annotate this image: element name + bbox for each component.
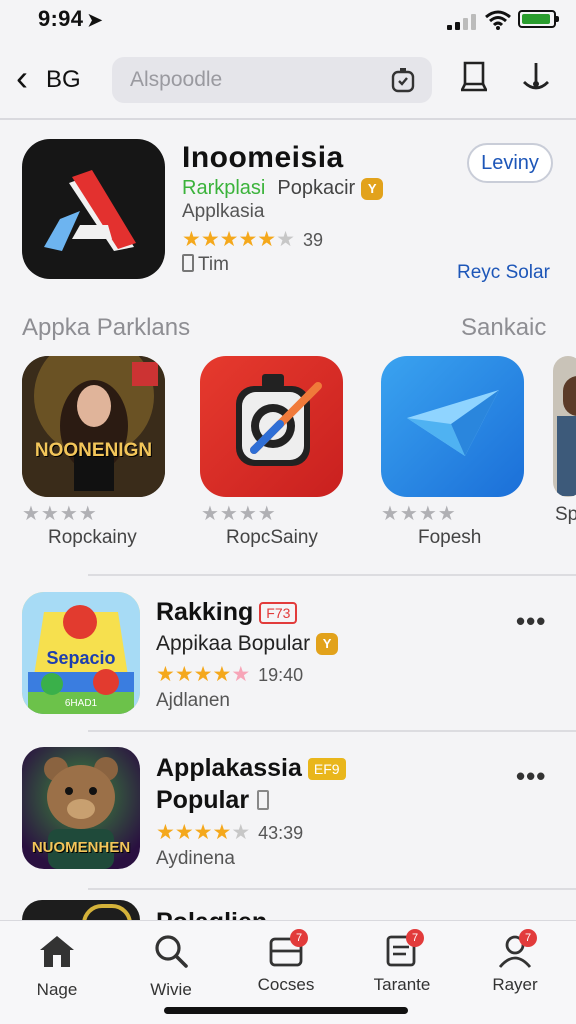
tile-4-name[interactable]: Sp: [555, 504, 576, 526]
tile-art-title: NOONENIGN: [34, 440, 153, 461]
list-app-category-1: Ajdlanen: [156, 690, 230, 711]
list-app-icon-1[interactable]: Sepacio 6HAD1: [22, 592, 140, 714]
row-2-art-title: NUOMENHEN: [31, 839, 131, 856]
tab-favorites[interactable]: 7 Tarante: [352, 929, 452, 995]
rank-badge: F73: [259, 602, 298, 625]
tile-2-name[interactable]: RopcSainy: [226, 527, 318, 549]
hero-rating-stars: ★★★★★★ 39: [182, 228, 323, 251]
list-divider: [88, 888, 576, 890]
editors-choice-badge: Y: [316, 633, 339, 656]
hero-link[interactable]: Reyc Solar: [457, 262, 550, 284]
hero-app-icon[interactable]: [22, 139, 165, 279]
hero-tagline: Popkacir: [277, 177, 356, 199]
more-options-icon[interactable]: •••: [516, 606, 546, 637]
see-all-link[interactable]: Sankaic: [461, 314, 546, 342]
rank-badge: EF9: [307, 758, 346, 781]
list-divider: [88, 730, 576, 732]
cellular-signal-icon: [447, 14, 481, 30]
tab-courses[interactable]: 7 Cocses: [236, 929, 336, 995]
list-app-stars-2: ★★★★★ 43:39: [156, 821, 304, 844]
bookmark-icon[interactable]: [458, 60, 490, 94]
hero-rating-count: 39: [302, 230, 323, 250]
hero-app-subtitle: Rarkplasi Popkacir Y: [182, 177, 384, 200]
person-art: [563, 376, 576, 416]
back-button-label[interactable]: BG: [46, 66, 81, 94]
tab-label: Rayer: [492, 975, 538, 994]
tab-label: Cocses: [257, 975, 315, 994]
tab-label: Tarante: [373, 975, 431, 994]
list-divider: [88, 574, 576, 576]
carousel-app-tile-2[interactable]: [200, 356, 343, 497]
download-icon[interactable]: [520, 60, 552, 94]
list-app-title-2-line2[interactable]: Popular: [156, 786, 270, 815]
status-time: 9:94 ➤: [38, 6, 103, 31]
tab-label: Wivie: [150, 980, 192, 999]
tile-1-stars: ★★★★: [22, 503, 98, 525]
row-1-art-title: Sepacio: [46, 648, 116, 668]
row-1-art-subtitle: 6HAD1: [64, 698, 98, 709]
paper-plane-icon: [407, 390, 499, 456]
device-icon: [182, 254, 194, 272]
list-app-subtitle-1: Appikaa Bopular Y: [156, 632, 339, 656]
carousel-app-tile-1[interactable]: NOONENIGN: [22, 356, 165, 497]
list-app-stars-1: ★★★★★ 19:40: [156, 663, 304, 686]
nav-divider: [0, 118, 576, 120]
search-input[interactable]: Alspoodle: [112, 57, 432, 103]
section-title: Appka Parklans: [22, 314, 191, 341]
timer-app-icon: [236, 374, 322, 466]
more-options-icon[interactable]: •••: [516, 761, 546, 792]
notification-badge: 7: [406, 929, 424, 947]
tile-1-name[interactable]: Ropckainy: [48, 527, 137, 549]
hero-developer[interactable]: Rarkplasi: [182, 177, 265, 199]
tile-3-name[interactable]: Fopesh: [418, 527, 481, 549]
home-icon: [40, 936, 74, 967]
list-app-icon-2[interactable]: NUOMENHEN: [22, 747, 140, 869]
wifi-icon: [485, 10, 511, 30]
search-placeholder: Alspoodle: [130, 68, 223, 91]
tile-2-stars: ★★★★: [201, 503, 277, 525]
notification-badge: 7: [290, 929, 308, 947]
tab-home[interactable]: Nage: [7, 933, 107, 1000]
carousel-app-tile-4[interactable]: [553, 356, 576, 497]
logo-a-icon: [44, 170, 136, 251]
notification-badge: 7: [519, 929, 537, 947]
hero-app-title[interactable]: Inoomeisia: [182, 141, 344, 175]
tab-search[interactable]: Wivie: [121, 933, 221, 1000]
list-app-count-1: 19:40: [258, 665, 304, 685]
list-app-title-1[interactable]: Rakking F73: [156, 598, 298, 627]
editors-choice-badge: Y: [361, 177, 384, 200]
list-app-title-2[interactable]: Applakassia EF9: [156, 754, 346, 783]
list-app-icon-3[interactable]: [22, 900, 140, 922]
home-indicator[interactable]: [164, 1007, 408, 1014]
tile-3-stars: ★★★★: [381, 503, 457, 525]
back-chevron-icon[interactable]: ‹: [16, 58, 28, 98]
portrait-art: [22, 356, 165, 497]
get-button[interactable]: Leviny: [467, 143, 553, 183]
search-icon: [155, 935, 188, 968]
status-bar: 9:94 ➤: [0, 0, 576, 44]
timer-icon[interactable]: [390, 67, 416, 93]
hero-category: Applkasia: [182, 201, 265, 222]
list-app-count-2: 43:39: [258, 823, 304, 843]
location-arrow-icon: ➤: [87, 10, 103, 30]
list-app-category-2: Aydinena: [156, 848, 235, 869]
tab-label: Nage: [36, 980, 78, 999]
carousel-app-tile-3[interactable]: [381, 356, 524, 497]
device-icon: [257, 790, 270, 810]
list-app-title-3[interactable]: Polaglien: [156, 908, 267, 920]
tab-profile[interactable]: 7 Rayer: [465, 929, 565, 995]
battery-icon: [518, 10, 559, 28]
person-art-body: [557, 416, 576, 496]
nav-bar: ‹ BG Alspoodle: [0, 52, 576, 116]
hero-size: Tim: [182, 254, 229, 276]
